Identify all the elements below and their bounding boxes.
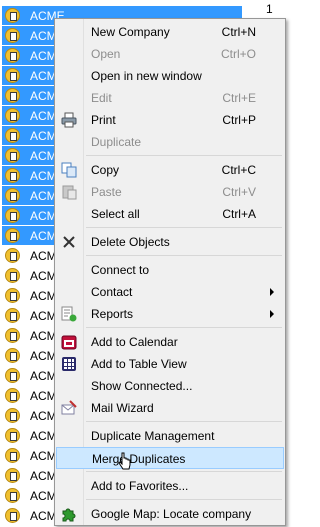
table-view-icon [62,357,76,371]
menu-item-open-new-window[interactable]: Open in new window [56,65,284,87]
company-icon [5,488,20,503]
printer-icon [61,112,77,128]
context-menu: New Company Ctrl+N Open Ctrl+O Open in n… [54,18,286,526]
menu-item-add-to-table-view[interactable]: Add to Table View [56,353,284,375]
company-icon [5,228,20,243]
company-icon [5,88,20,103]
mail-wizard-icon [61,400,77,415]
menu-item-print[interactable]: Print Ctrl+P [56,109,284,131]
company-icon [5,68,20,83]
menu-item-new-company[interactable]: New Company Ctrl+N [56,21,284,43]
menu-item-open[interactable]: Open Ctrl+O [56,43,284,65]
calendar-icon [61,335,77,350]
company-icon [5,208,20,223]
menu-item-add-to-favorites[interactable]: Add to Favorites... [56,475,284,497]
menu-item-delete-objects[interactable]: Delete Objects [56,231,284,253]
menu-item-connect-to[interactable]: Connect to [56,259,284,281]
menu-item-duplicate[interactable]: Duplicate [56,131,284,153]
column-header-number: 1 [266,2,273,16]
company-icon [5,348,20,363]
menu-item-google-map-locate[interactable]: Google Map: Locate company [56,503,284,525]
company-icon [5,508,20,523]
company-icon [5,168,20,183]
company-icon [5,448,20,463]
menu-item-select-all[interactable]: Select all Ctrl+A [56,203,284,225]
menu-item-duplicate-management[interactable]: Duplicate Management [56,425,284,447]
submenu-arrow-icon [270,310,274,318]
company-icon [5,128,20,143]
menu-item-contact[interactable]: Contact [56,281,284,303]
company-icon [5,388,20,403]
company-icon [5,188,20,203]
copy-icon [61,162,77,178]
menu-item-reports[interactable]: Reports [56,303,284,325]
menu-separator [86,227,282,228]
menu-separator [86,255,282,256]
menu-separator [86,327,282,328]
menu-separator [86,155,282,156]
menu-item-add-to-calendar[interactable]: Add to Calendar [56,331,284,353]
company-icon [5,408,20,423]
menu-separator [86,421,282,422]
menu-separator [86,471,282,472]
menu-item-mail-wizard[interactable]: Mail Wizard [56,397,284,419]
paste-icon [62,185,77,200]
company-icon [5,268,20,283]
company-icon [5,428,20,443]
submenu-arrow-icon [270,288,274,296]
menu-item-copy[interactable]: Copy Ctrl+C [56,159,284,181]
menu-separator [86,499,282,500]
menu-item-paste[interactable]: Paste Ctrl+V [56,181,284,203]
company-icon [5,8,20,23]
puzzle-icon [62,508,76,522]
menu-item-show-connected[interactable]: Show Connected... [56,375,284,397]
menu-item-edit[interactable]: Edit Ctrl+E [56,87,284,109]
company-icon [5,248,20,263]
company-icon [5,308,20,323]
company-icon [5,328,20,343]
mouse-cursor-icon [118,452,131,470]
company-icon [5,28,20,43]
menu-item-merge-duplicates[interactable]: Merge Duplicates [56,447,284,469]
company-icon [5,468,20,483]
company-icon [5,48,20,63]
delete-x-icon [63,236,75,248]
company-icon [5,108,20,123]
reports-icon [61,306,77,322]
company-icon [5,288,20,303]
company-icon [5,368,20,383]
company-icon [5,148,20,163]
